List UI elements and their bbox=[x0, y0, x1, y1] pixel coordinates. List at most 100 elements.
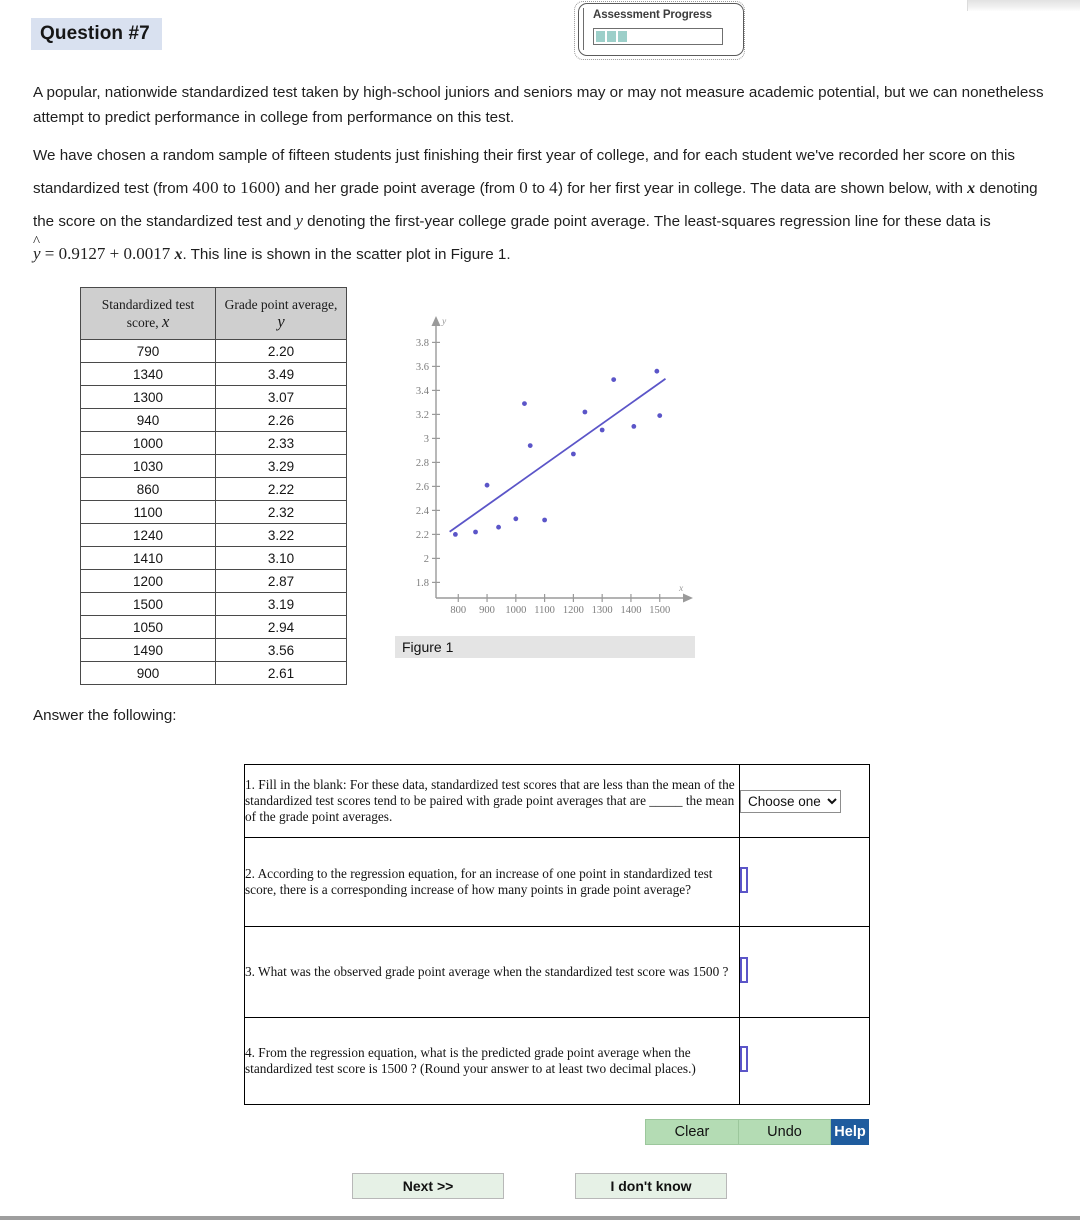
cell-score: 790 bbox=[80, 339, 216, 363]
regression-equation-body: = 0.9127 + 0.0017 bbox=[44, 244, 171, 263]
scatter-point bbox=[522, 401, 527, 406]
undo-button[interactable]: Undo bbox=[739, 1119, 831, 1145]
cell-gpa: 3.49 bbox=[215, 362, 347, 386]
min-score-value: 400 bbox=[192, 178, 219, 197]
data-table-body: 790 2.20 1340 3.49 1300 3.07 940 2.26 1000 2.33 10… bbox=[80, 339, 347, 685]
next-button[interactable]: Next >> bbox=[352, 1173, 504, 1199]
y-axis-tick-label: 2.6 bbox=[416, 482, 429, 493]
intro-p2-seg2: to bbox=[218, 180, 241, 197]
cell-gpa: 2.32 bbox=[215, 500, 347, 524]
table-row: 1490 3.56 bbox=[80, 638, 347, 662]
column-header-score-line2: score, bbox=[126, 315, 159, 330]
y-hat-symbol: y bbox=[33, 226, 41, 270]
clear-button[interactable]: Clear bbox=[645, 1119, 739, 1145]
cell-gpa: 3.56 bbox=[215, 638, 347, 662]
choose-one-select[interactable]: Choose one bbox=[740, 789, 841, 813]
cell-score: 1300 bbox=[80, 385, 216, 409]
variable-x-symbol: x bbox=[967, 180, 976, 197]
progress-block bbox=[596, 31, 605, 42]
table-row: 860 2.22 bbox=[80, 477, 347, 501]
cell-score: 1500 bbox=[80, 592, 216, 616]
table-row: 1410 3.10 bbox=[80, 546, 347, 570]
i-dont-know-button[interactable]: I don't know bbox=[575, 1173, 727, 1199]
answer-1-cell: Choose one bbox=[739, 764, 870, 838]
regression-line bbox=[449, 378, 667, 533]
question-2-text: 2. According to the regression equation,… bbox=[244, 837, 740, 927]
y-axis-tick-label: 2 bbox=[424, 554, 429, 565]
y-axis-tick-label: 3.6 bbox=[416, 362, 429, 373]
table-row: 1340 3.49 bbox=[80, 362, 347, 386]
y-axis-tick-label: 3.8 bbox=[416, 338, 429, 349]
cell-gpa: 2.94 bbox=[215, 615, 347, 639]
answer-2-cell bbox=[739, 837, 870, 927]
table-row: 1030 3.29 bbox=[80, 454, 347, 478]
table-row: 2. According to the regression equation,… bbox=[244, 837, 870, 927]
cell-gpa: 2.33 bbox=[215, 431, 347, 455]
x-axis-tick-label: 1300 bbox=[592, 605, 613, 616]
intro-p2-seg8: . This line is shown in the scatter plot… bbox=[182, 246, 511, 263]
question-1-text: 1. Fill in the blank: For these data, st… bbox=[244, 764, 740, 838]
table-row: 940 2.26 bbox=[80, 408, 347, 432]
answer-4-input[interactable] bbox=[740, 1045, 748, 1072]
assessment-progress-label: Assessment Progress bbox=[593, 9, 712, 21]
cell-score: 1200 bbox=[80, 569, 216, 593]
cell-gpa: 3.07 bbox=[215, 385, 347, 409]
cell-score: 900 bbox=[80, 661, 216, 685]
intro-paragraph-1: A popular, nationwide standardized test … bbox=[33, 84, 1044, 126]
intro-p2-seg3: ) and her grade point average (from bbox=[275, 180, 520, 197]
cell-gpa: 3.22 bbox=[215, 523, 347, 547]
column-header-gpa-var: y bbox=[277, 312, 285, 331]
x-axis-tick-label: 900 bbox=[479, 605, 495, 616]
x-axis-tick-label: 800 bbox=[450, 605, 466, 616]
y-axis-tick-label: 3 bbox=[424, 434, 429, 445]
figure-caption: Figure 1 bbox=[395, 636, 695, 658]
cell-gpa: 2.61 bbox=[215, 661, 347, 685]
answer-toolbar: Clear Undo Help bbox=[645, 1119, 869, 1145]
answer-4-cell bbox=[739, 1017, 870, 1105]
y-axis-arrow bbox=[431, 316, 441, 326]
table-row: 4. From the regression equation, what is… bbox=[244, 1017, 870, 1105]
scatter-point bbox=[654, 368, 660, 374]
table-row: 1. Fill in the blank: For these data, st… bbox=[244, 764, 870, 838]
column-header-score-var: x bbox=[161, 312, 170, 331]
table-row: 1240 3.22 bbox=[80, 523, 347, 547]
table-row: 1100 2.32 bbox=[80, 500, 347, 524]
cell-score: 1000 bbox=[80, 431, 216, 455]
y-axis-tick-label: 2.8 bbox=[416, 458, 429, 469]
y-axis-tick-label: 2.4 bbox=[416, 506, 430, 517]
window-chrome-bar bbox=[967, 0, 1080, 11]
assessment-progress-fill bbox=[596, 31, 720, 42]
table-row: 1300 3.07 bbox=[80, 385, 347, 409]
column-header-gpa-line1: Grade point average, bbox=[224, 297, 338, 312]
scatter-plot: y x 1.8 2 2.2 2.4 2.6 2.8 3 3.2 3.4 3.6 3.8 800 900 100… bbox=[416, 316, 693, 616]
data-table: Standardized test score, x Grade point a… bbox=[80, 287, 347, 685]
cell-score: 1490 bbox=[80, 638, 216, 662]
progress-block bbox=[618, 31, 627, 42]
intro-p2-seg5: ) for her first year in college. The dat… bbox=[557, 180, 968, 197]
cell-score: 1410 bbox=[80, 546, 216, 570]
variable-y-symbol: y bbox=[295, 211, 303, 230]
scatter-point bbox=[631, 424, 637, 429]
answer-3-cell bbox=[739, 926, 870, 1018]
x-axis-tick-label: 1500 bbox=[649, 605, 670, 616]
cell-score: 1030 bbox=[80, 454, 216, 478]
answer-3-input[interactable] bbox=[740, 956, 748, 983]
scatter-point bbox=[452, 532, 458, 537]
cell-score: 940 bbox=[80, 408, 216, 432]
data-table-header-row: Standardized test score, x Grade point a… bbox=[80, 287, 347, 340]
y-axis-tick-label: 3.4 bbox=[416, 386, 430, 397]
y-axis-tick-label: 3.2 bbox=[416, 410, 429, 421]
question-3-text: 3. What was the observed grade point ave… bbox=[244, 926, 740, 1018]
answer-section-lead: Answer the following: bbox=[33, 707, 177, 724]
answer-table: 1. Fill in the blank: For these data, st… bbox=[244, 764, 870, 1105]
intro-paragraph-2: We have chosen a random sample of fiftee… bbox=[33, 140, 1048, 271]
y-axis-tick-label: 1.8 bbox=[416, 578, 429, 589]
column-header-gpa: Grade point average, y bbox=[215, 287, 347, 340]
scatter-point bbox=[513, 516, 519, 522]
answer-2-input[interactable] bbox=[740, 866, 748, 893]
max-gpa-value: 4 bbox=[549, 178, 558, 197]
cell-gpa: 2.22 bbox=[215, 477, 347, 501]
help-button[interactable]: Help bbox=[831, 1119, 869, 1145]
cell-score: 1240 bbox=[80, 523, 216, 547]
table-row: 3. What was the observed grade point ave… bbox=[244, 926, 870, 1018]
